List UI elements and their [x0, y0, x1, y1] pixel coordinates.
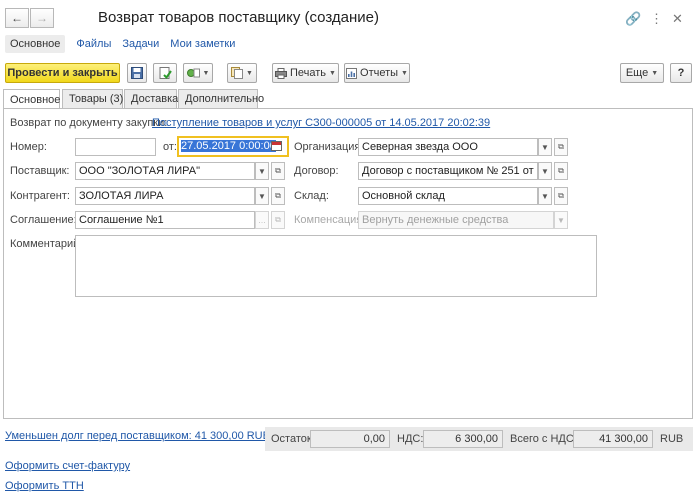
chevron-down-icon: ▼: [329, 69, 336, 77]
open-icon: ⧉: [558, 191, 564, 200]
supplier-label: Поставщик:: [10, 165, 70, 177]
debt-reduced-link[interactable]: Уменьшен долг перед поставщиком: 41 300,…: [5, 430, 270, 442]
chevron-down-icon: ▼: [541, 166, 549, 176]
contract-field[interactable]: Договор с поставщиком № 251 от 01.01: [358, 162, 538, 180]
vat-label: НДС:: [397, 433, 424, 445]
printer-icon: [275, 67, 287, 79]
tab-goods[interactable]: Товары (3): [62, 89, 123, 108]
contract-dropdown[interactable]: ▼: [538, 162, 552, 180]
chevron-down-icon: ▼: [246, 69, 253, 77]
date-label: от:: [163, 141, 177, 153]
post-button[interactable]: [153, 63, 177, 83]
open-icon: ⧉: [275, 215, 281, 224]
agreement-field[interactable]: Соглашение №1: [75, 211, 255, 229]
open-icon: ⧉: [275, 191, 281, 200]
remainder-value: 0,00: [310, 430, 390, 448]
basis-label: Возврат по документу закупки:: [10, 117, 168, 129]
counterparty-dropdown[interactable]: ▼: [255, 187, 269, 205]
warehouse-field[interactable]: Основной склад: [358, 187, 538, 205]
agreement-open[interactable]: ⧉: [271, 211, 285, 229]
create-invoice-link[interactable]: Оформить счет-фактуру: [5, 460, 130, 472]
warehouse-dropdown[interactable]: ▼: [538, 187, 552, 205]
supplier-dropdown[interactable]: ▼: [255, 162, 269, 180]
link-icon[interactable]: 🔗: [625, 11, 641, 27]
arrow-right-icon: →: [36, 11, 48, 25]
date-value: 27.05.2017 0:00:00: [181, 140, 276, 152]
currency-label: RUB: [660, 433, 684, 445]
print-button[interactable]: Печать ▼: [272, 63, 339, 83]
arrow-left-icon: ←: [11, 11, 23, 25]
warehouse-open[interactable]: ⧉: [554, 187, 568, 205]
organization-field[interactable]: Северная звезда ООО: [358, 138, 538, 156]
agreement-select-button[interactable]: …: [255, 211, 269, 229]
create-based-on-icon: [186, 68, 200, 78]
organization-open[interactable]: ⧉: [554, 138, 568, 156]
supplier-open[interactable]: ⧉: [271, 162, 285, 180]
chevron-down-icon: ▼: [202, 69, 210, 77]
back-button[interactable]: ←: [5, 8, 29, 28]
open-icon: ⧉: [275, 166, 281, 175]
document-copy-icon: [231, 67, 244, 79]
compensation-label: Компенсация:: [294, 214, 366, 226]
total-label: Всего с НДС:: [510, 433, 577, 445]
report-icon: [346, 67, 358, 79]
reports-button[interactable]: Отчеты ▼: [344, 63, 410, 83]
compensation-dropdown[interactable]: ▼: [554, 211, 568, 229]
tab-additional[interactable]: Дополнительно: [178, 89, 264, 108]
chevron-down-icon: ▼: [258, 191, 266, 201]
number-field[interactable]: [75, 138, 156, 156]
contract-label: Договор:: [294, 165, 339, 177]
chevron-down-icon: ▼: [401, 69, 408, 77]
more-button[interactable]: Еще ▼: [620, 63, 664, 83]
floppy-disk-icon: [131, 67, 143, 79]
organization-label: Организация:: [294, 141, 364, 153]
counterparty-field[interactable]: ЗОЛОТАЯ ЛИРА: [75, 187, 255, 205]
tab-delivery[interactable]: Доставка: [124, 89, 178, 108]
total-value: 41 300,00: [573, 430, 653, 448]
comment-textarea[interactable]: [75, 235, 597, 297]
tab-main[interactable]: Основное: [3, 89, 60, 109]
section-links: Основное Файлы Задачи Мои заметки: [5, 34, 235, 54]
open-icon: ⧉: [558, 142, 564, 151]
counterparty-label: Контрагент:: [10, 190, 70, 202]
chevron-down-icon: ▼: [258, 166, 266, 176]
forward-button[interactable]: →: [30, 8, 54, 28]
calendar-icon[interactable]: [271, 141, 282, 151]
more-vertical-icon[interactable]: ⋮: [650, 11, 663, 27]
number-label: Номер:: [10, 141, 47, 153]
post-document-icon: [159, 66, 172, 79]
chevron-down-icon: ▼: [651, 69, 659, 77]
print-label: Печать: [290, 67, 327, 79]
section-notes[interactable]: Мои заметки: [170, 38, 235, 50]
chevron-down-icon: ▼: [541, 142, 549, 152]
vat-value: 6 300,00: [423, 430, 503, 448]
organization-dropdown[interactable]: ▼: [538, 138, 552, 156]
close-icon[interactable]: ✕: [672, 11, 683, 27]
create-ttn-link[interactable]: Оформить ТТН: [5, 480, 84, 492]
basis-document-link[interactable]: Поступление товаров и услуг СЗ00-000005 …: [152, 117, 490, 129]
attachments-button[interactable]: ▼: [227, 63, 257, 83]
supplier-field[interactable]: ООО "ЗОЛОТАЯ ЛИРА": [75, 162, 255, 180]
more-label: Еще: [625, 67, 649, 79]
create-based-on-button[interactable]: ▼: [183, 63, 213, 83]
remainder-label: Остаток:: [271, 433, 315, 445]
save-button[interactable]: [127, 63, 147, 83]
post-and-close-button[interactable]: Провести и закрыть: [5, 63, 120, 83]
help-button[interactable]: ?: [670, 63, 692, 83]
ellipsis-icon: …: [258, 215, 266, 225]
section-files[interactable]: Файлы: [76, 38, 111, 50]
section-tasks[interactable]: Задачи: [122, 38, 159, 50]
open-icon: ⧉: [558, 166, 564, 175]
chevron-down-icon: ▼: [541, 191, 549, 201]
reports-label: Отчеты: [360, 67, 399, 79]
compensation-field[interactable]: Вернуть денежные средства: [358, 211, 554, 229]
chevron-down-icon: ▼: [557, 215, 565, 225]
contract-open[interactable]: ⧉: [554, 162, 568, 180]
window-title: Возврат товаров поставщику (создание): [98, 9, 380, 26]
warehouse-label: Склад:: [294, 190, 329, 202]
comment-label: Комментарий:: [10, 238, 83, 250]
agreement-label: Соглашение:: [10, 214, 77, 226]
section-main[interactable]: Основное: [5, 35, 66, 53]
counterparty-open[interactable]: ⧉: [271, 187, 285, 205]
